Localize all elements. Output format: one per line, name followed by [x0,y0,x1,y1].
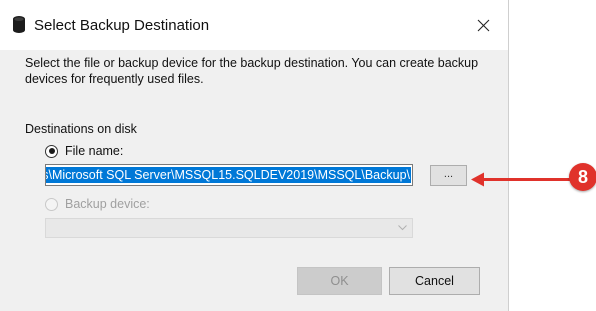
dialog-description: Select the file or backup device for the… [25,56,479,86]
annotation-arrow [471,172,570,187]
close-button[interactable] [466,10,500,40]
close-icon [477,19,489,31]
database-icon [13,16,25,33]
file-name-option[interactable]: File name: [45,143,123,159]
backup-device-label: Backup device: [65,197,150,211]
ok-button: OK [297,267,382,295]
browse-button[interactable]: ... [430,165,467,186]
backup-device-option: Backup device: [45,196,150,212]
window-title: Select Backup Destination [34,17,210,34]
backup-device-radio [45,197,58,211]
file-name-input[interactable]: s\Microsoft SQL Server\MSSQL15.SQLDEV201… [45,164,413,186]
destinations-on-disk-label: Destinations on disk [25,122,137,136]
screenshot: Select Backup Destination Select the fil… [0,0,596,311]
file-name-label: File name: [65,144,124,158]
backup-device-select [45,218,413,238]
cancel-button[interactable]: Cancel [389,267,480,295]
title-bar: Select Backup Destination [0,0,508,50]
select-backup-destination-dialog: Select Backup Destination Select the fil… [0,0,509,311]
file-name-radio[interactable] [45,144,58,158]
step-number-badge: 8 [569,163,596,191]
chevron-down-icon [398,225,407,231]
file-name-value: s\Microsoft SQL Server\MSSQL15.SQLDEV201… [46,167,411,183]
